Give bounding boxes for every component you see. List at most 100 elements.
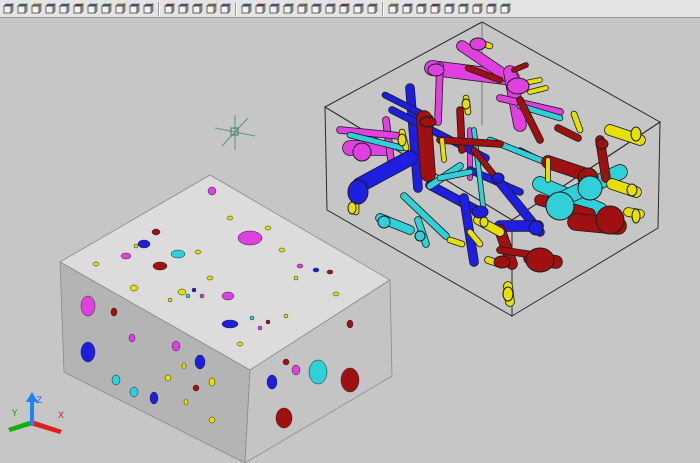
bore-hole <box>129 386 139 398</box>
bore-hole <box>149 391 159 405</box>
right-view-button[interactable] <box>282 2 295 15</box>
ucs-x-label: X <box>58 411 64 421</box>
ne-iso-button[interactable] <box>352 2 365 15</box>
bore-hole <box>80 341 96 363</box>
front-view-button[interactable] <box>296 2 309 15</box>
bore-hole <box>167 297 173 303</box>
revolve-button[interactable] <box>44 2 57 15</box>
render-button[interactable] <box>485 2 498 15</box>
camera-icon <box>458 2 469 14</box>
drawing-viewport[interactable]: Z Y X <box>0 19 700 463</box>
bore-hole <box>133 243 139 249</box>
bottom-view-button[interactable] <box>254 2 267 15</box>
union-icon <box>87 2 98 14</box>
lights-button[interactable] <box>499 2 512 15</box>
bore-hole <box>265 319 271 325</box>
bore-hole <box>192 384 200 392</box>
pipe-end-cap <box>630 126 642 142</box>
fly-button[interactable] <box>443 2 456 15</box>
bore-hole <box>291 364 301 376</box>
se-iso-button[interactable] <box>338 2 351 15</box>
extrude-icon <box>59 2 70 14</box>
pipe-end-cap <box>347 179 369 205</box>
bore-hole <box>340 367 360 393</box>
pipe-end-cap <box>352 142 372 162</box>
ucs-y-arm <box>8 420 33 432</box>
ne-iso-icon <box>353 2 364 14</box>
visual-style-button[interactable] <box>471 2 484 15</box>
bore-hole <box>208 377 216 387</box>
section-button[interactable] <box>163 2 176 15</box>
bore-hole <box>346 319 354 329</box>
zoom-button[interactable] <box>415 2 428 15</box>
pipe-end-cap <box>502 286 514 302</box>
wedge-icon <box>17 2 28 14</box>
pipe-segment-fill <box>437 137 503 147</box>
pipe-end-cap <box>427 63 445 77</box>
bore-hole <box>206 275 214 281</box>
sweep-button[interactable] <box>30 2 43 15</box>
camera-button[interactable] <box>457 2 470 15</box>
bottom-view-icon <box>255 2 266 14</box>
box-icon <box>3 2 14 14</box>
bore-hole <box>264 225 272 231</box>
pipe-end-cap <box>506 77 530 95</box>
bore-hole <box>191 287 197 293</box>
top-view-button[interactable] <box>240 2 253 15</box>
mass-props-button[interactable] <box>191 2 204 15</box>
pan-button[interactable] <box>401 2 414 15</box>
bore-hole <box>164 374 172 382</box>
imprint-icon <box>129 2 140 14</box>
ucs-y-label: Y <box>11 409 18 419</box>
nw-iso-button[interactable] <box>366 2 379 15</box>
face-color-button[interactable] <box>219 2 232 15</box>
wedge-button[interactable] <box>16 2 29 15</box>
orbit-icon <box>388 2 399 14</box>
orbit-button[interactable] <box>387 2 400 15</box>
union-button[interactable] <box>86 2 99 15</box>
pipe-segment-fill <box>571 111 583 133</box>
interference-button[interactable] <box>177 2 190 15</box>
sw-iso-button[interactable] <box>324 2 337 15</box>
bore-hole <box>312 267 320 273</box>
bore-hole <box>226 215 234 221</box>
back-view-button[interactable] <box>310 2 323 15</box>
bore-hole <box>80 295 96 317</box>
sweep-icon <box>31 2 42 14</box>
pipe-segment-fill <box>406 84 422 192</box>
bore-hole <box>177 288 187 296</box>
left-view-button[interactable] <box>268 2 281 15</box>
bore-hole <box>185 293 191 299</box>
loft-button[interactable] <box>72 2 85 15</box>
imprint-button[interactable] <box>128 2 141 15</box>
pan-icon <box>402 2 413 14</box>
intersect-icon <box>115 2 126 14</box>
pipe-end-cap <box>595 205 625 235</box>
face-color-icon <box>220 2 231 14</box>
mass-props-icon <box>192 2 203 14</box>
box-button[interactable] <box>2 2 15 15</box>
bore-hole <box>237 230 263 246</box>
bore-hole <box>282 358 290 366</box>
back-view-icon <box>311 2 322 14</box>
bore-hole <box>152 261 168 271</box>
bore-hole <box>326 269 334 275</box>
extrude-button[interactable] <box>58 2 71 15</box>
cursor-crosshair <box>214 115 256 150</box>
bore-hole <box>110 307 118 317</box>
pipe-end-cap <box>469 37 487 51</box>
fly-icon <box>444 2 455 14</box>
pipe-end-cap <box>479 216 489 228</box>
bore-hole <box>111 374 121 386</box>
visual-style-icon <box>472 2 483 14</box>
bore-hole <box>194 249 202 255</box>
bore-hole <box>92 261 100 267</box>
walk-button[interactable] <box>429 2 442 15</box>
subtract-button[interactable] <box>100 2 113 15</box>
slice-button[interactable] <box>142 2 155 15</box>
ucs-z-label: Z <box>36 396 42 406</box>
intersect-button[interactable] <box>114 2 127 15</box>
solid-edit-button[interactable] <box>205 2 218 15</box>
pipe-end-cap <box>491 172 505 184</box>
right-view-icon <box>283 2 294 14</box>
